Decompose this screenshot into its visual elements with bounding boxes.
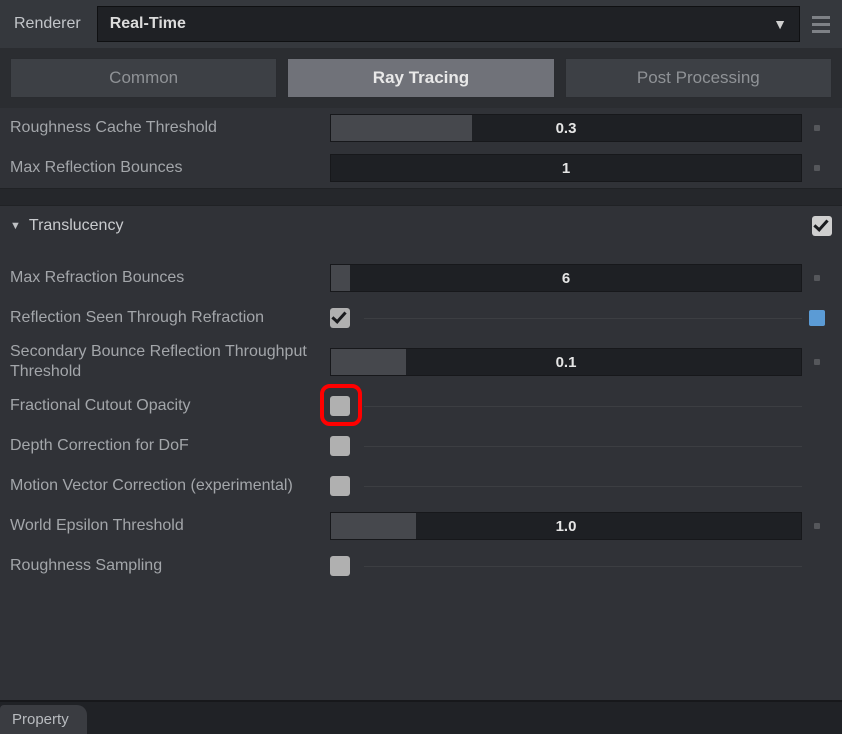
property-label: Reflection Seen Through Refraction [10,308,330,328]
property-checkbox[interactable] [330,556,350,576]
property-label: Roughness Cache Threshold [10,118,330,138]
property-checkbox[interactable] [330,436,350,456]
row-divider-line [364,446,802,447]
property-label: Max Reflection Bounces [10,158,330,178]
property-row: Roughness Cache Threshold 0.3 [0,108,842,148]
property-slider[interactable]: 1.0 [330,512,802,540]
property-row: Roughness Sampling [0,546,842,586]
property-row: Depth Correction for DoF [0,426,842,466]
renderer-value: Real-Time [110,15,186,33]
slider-value: 1.0 [556,518,577,535]
property-tab[interactable]: Property [0,705,87,734]
property-row: Fractional Cutout Opacity [0,386,842,426]
property-label: Fractional Cutout Opacity [10,396,330,416]
property-slider[interactable]: 0.1 [330,348,802,376]
row-tail [802,523,832,529]
property-label: Depth Correction for DoF [10,436,330,456]
property-checkbox[interactable] [330,476,350,496]
row-tail [802,359,832,365]
row-divider-line [364,406,802,407]
property-row: Secondary Bounce Reflection Throughput T… [0,338,842,386]
row-tail [802,310,832,326]
renderer-select[interactable]: Real-Time ▼ [97,6,800,42]
property-row: Max Refraction Bounces 6 [0,258,842,298]
section-title: Translucency [29,217,124,235]
row-divider-line [364,318,802,319]
section-divider [0,188,842,206]
property-label: Motion Vector Correction (experimental) [10,476,330,496]
slider-value: 6 [562,270,570,287]
slider-value: 0.1 [556,354,577,371]
property-row: World Epsilon Threshold 1.0 [0,506,842,546]
property-label: Max Refraction Bounces [10,268,330,288]
property-row: Reflection Seen Through Refraction [0,298,842,338]
collapse-triangle-icon[interactable]: ▼ [10,220,21,232]
slider-value: 0.3 [556,120,577,137]
property-slider[interactable]: 0.3 [330,114,802,142]
tab-post-processing[interactable]: Post Processing [565,58,832,98]
property-dot-icon [814,275,820,281]
tab-common[interactable]: Common [10,58,277,98]
row-divider-line [364,486,802,487]
hamburger-menu-icon[interactable] [810,12,834,36]
property-checkbox[interactable] [330,396,350,416]
row-tail [802,165,832,171]
override-indicator-icon[interactable] [809,310,825,326]
property-label: Secondary Bounce Reflection Throughput T… [10,342,330,382]
property-checkbox[interactable] [330,308,350,328]
property-dot-icon [814,523,820,529]
property-label: Roughness Sampling [10,556,330,576]
row-tail [802,125,832,131]
property-dot-icon [814,125,820,131]
property-dot-icon [814,165,820,171]
property-row: Max Reflection Bounces 1 [0,148,842,188]
property-slider[interactable]: 6 [330,264,802,292]
renderer-label: Renderer [8,11,87,37]
dropdown-triangle-icon: ▼ [773,16,787,32]
row-tail [802,275,832,281]
property-dot-icon [814,359,820,365]
slider-value: 1 [562,160,570,177]
row-divider-line [364,566,802,567]
property-row: Motion Vector Correction (experimental) [0,466,842,506]
tab-ray-tracing[interactable]: Ray Tracing [287,58,554,98]
property-label: World Epsilon Threshold [10,516,330,536]
property-slider[interactable]: 1 [330,154,802,182]
section-enable-checkbox[interactable] [812,216,832,236]
